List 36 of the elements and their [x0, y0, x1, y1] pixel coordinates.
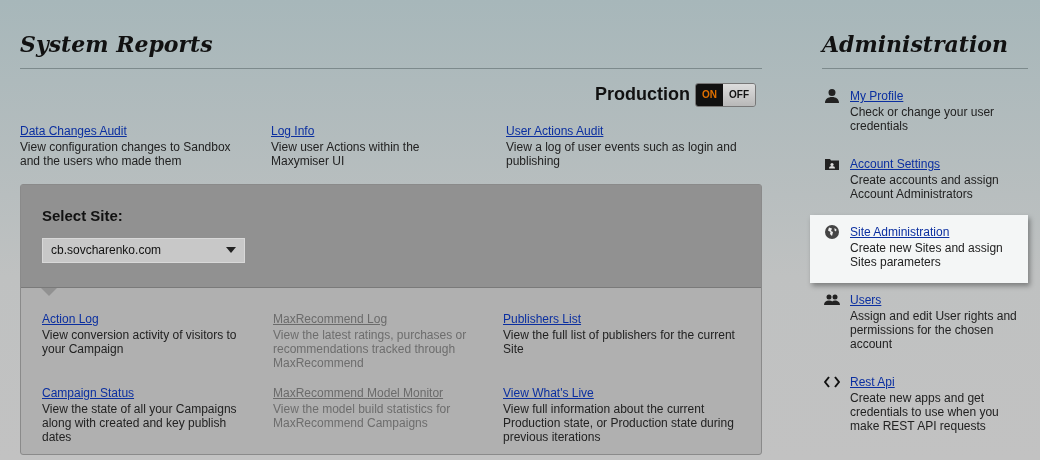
section-title: System Reports — [20, 32, 214, 57]
admin-link[interactable]: Site Administration — [850, 225, 950, 240]
report-link[interactable]: Publishers List — [503, 311, 582, 327]
link-description: View the latest ratings, purchases or recommendations tracked through MaxRecommend — [273, 327, 468, 370]
caret-icon — [226, 247, 236, 254]
link-description: View the model build statistics for MaxRecommend Campaigns — [273, 401, 452, 430]
link-description: Create new apps and get credentials to use when you make REST API requests — [850, 391, 1000, 434]
report-link[interactable]: Action Log — [42, 311, 99, 327]
report-link[interactable]: Data Changes Audit — [20, 124, 127, 139]
section-title: Administration — [822, 32, 1010, 57]
production-label: Production — [595, 83, 690, 107]
link-description: Assign and edit User rights and permissions for the chosen account — [850, 309, 1018, 352]
link-description: View a log of user events such as login and publishing — [506, 140, 738, 169]
link-description: View the state of all your Campaigns along with created and key publish dates — [42, 401, 238, 444]
admin-link[interactable]: My Profile — [850, 89, 904, 104]
report-link[interactable]: User Actions Audit — [506, 124, 604, 139]
person-icon — [824, 88, 840, 105]
link-description: Create accounts and assign Account Administrators — [850, 173, 1000, 202]
link-description: View user Actions within the Maxymiser UI — [271, 140, 421, 169]
report-link[interactable]: View What's Live — [503, 385, 594, 401]
link-description: View configuration changes to Sandbox and the users who made them — [20, 140, 232, 169]
folder-icon — [824, 156, 840, 173]
globe-icon — [824, 224, 840, 241]
site-dropdown[interactable]: cb.sovcharenko.com — [42, 237, 245, 263]
report-link[interactable]: Campaign Status — [42, 385, 135, 401]
link-description: View conversion activity of visitors to your Campaign — [42, 327, 238, 356]
production-toggle[interactable]: ON OFF — [695, 82, 756, 107]
admin-link[interactable]: Users — [850, 293, 882, 308]
report-link[interactable]: Log Info — [271, 124, 315, 139]
link-description: Check or change your user credentials — [850, 105, 996, 134]
admin-link[interactable]: Rest Api — [850, 375, 895, 390]
admin-link[interactable]: Account Settings — [850, 157, 941, 172]
link-description: Create new Sites and assign Sites parameters — [850, 241, 1004, 270]
select-site-label: Select Site: — [42, 206, 124, 227]
link-description: View the full list of publishers for the current Site — [503, 327, 736, 356]
link-description: View full information about the current Production state, or Production state during previous iterations — [503, 401, 735, 444]
